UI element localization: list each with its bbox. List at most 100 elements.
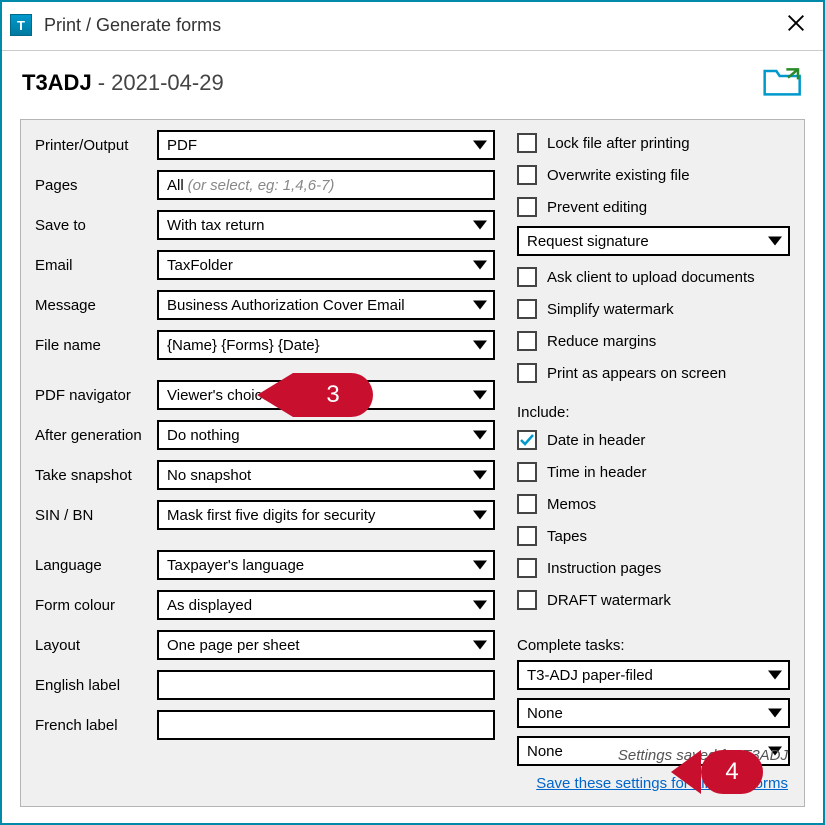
sinbn-select[interactable]: Mask first five digits for security [157,500,495,530]
language-value: Taxpayer's language [167,557,304,574]
snapshot-select[interactable]: No snapshot [157,460,495,490]
folder-arrow-icon [763,65,803,97]
close-icon [785,12,807,34]
mid-option-row: Simplify watermark [517,296,790,322]
french-label-label: French label [35,717,157,734]
top-option-checkbox[interactable] [517,165,537,185]
mid-option-checkbox[interactable] [517,363,537,383]
mid-option-checkbox[interactable] [517,299,537,319]
include-option-row: Tapes [517,523,790,549]
top-option-checkbox[interactable] [517,197,537,217]
include-option-checkbox[interactable] [517,430,537,450]
doc-name: T3ADJ [22,70,92,96]
include-option-checkbox[interactable] [517,558,537,578]
chevron-down-icon [473,301,487,310]
formcolour-label: Form colour [35,597,157,614]
chevron-down-icon [473,471,487,480]
formcolour-value: As displayed [167,597,252,614]
chevron-down-icon [473,431,487,440]
task1-value: T3-ADJ paper-filed [527,667,653,684]
include-option-row: Instruction pages [517,555,790,581]
doc-date: - 2021-04-29 [98,70,224,96]
include-option-checkbox[interactable] [517,526,537,546]
chevron-down-icon [473,341,487,350]
printer-output-label: Printer/Output [35,137,157,154]
check-icon [519,432,535,448]
sinbn-value: Mask first five digits for security [167,507,375,524]
snapshot-label: Take snapshot [35,467,157,484]
top-option-checkbox[interactable] [517,133,537,153]
saveto-label: Save to [35,217,157,234]
include-option-label: Instruction pages [547,560,661,577]
include-option-label: Time in header [547,464,647,481]
complete-tasks-label: Complete tasks: [517,637,790,654]
task2-select[interactable]: None [517,698,790,728]
english-label-input[interactable] [157,670,495,700]
message-select[interactable]: Business Authorization Cover Email [157,290,495,320]
titlebar: T Print / Generate forms [2,2,823,51]
chevron-down-icon [473,261,487,270]
pdfnav-label: PDF navigator [35,387,157,404]
chevron-down-icon [473,641,487,650]
top-option-row: Prevent editing [517,194,790,220]
settings-panel: Printer/Output PDF Pages All (or select,… [20,119,805,807]
chevron-down-icon [473,391,487,400]
mid-option-row: Print as appears on screen [517,360,790,386]
saveto-select[interactable]: With tax return [157,210,495,240]
document-header: T3ADJ - 2021-04-29 [2,51,823,111]
message-label: Message [35,297,157,314]
include-option-row: Memos [517,491,790,517]
mid-option-checkbox[interactable] [517,331,537,351]
include-option-label: DRAFT watermark [547,592,671,609]
top-option-label: Overwrite existing file [547,167,690,184]
english-label-field[interactable] [167,676,485,695]
chevron-down-icon [473,601,487,610]
email-select[interactable]: TaxFolder [157,250,495,280]
pages-input[interactable]: All (or select, eg: 1,4,6-7) [157,170,495,200]
pdfnav-select[interactable]: Viewer's choice [157,380,495,410]
aftergen-label: After generation [35,427,157,444]
mid-option-label: Reduce margins [547,333,656,350]
mid-option-row: Ask client to upload documents [517,264,790,290]
mid-option-checkbox[interactable] [517,267,537,287]
english-label-label: English label [35,677,157,694]
french-label-input[interactable] [157,710,495,740]
saveto-value: With tax return [167,217,265,234]
mid-option-label: Simplify watermark [547,301,674,318]
include-option-row: Date in header [517,427,790,453]
include-option-label: Tapes [547,528,587,545]
filename-select[interactable]: {Name} {Forms} {Date} [157,330,495,360]
chevron-down-icon [473,511,487,520]
right-column: Lock file after printingOverwrite existi… [517,130,790,766]
printer-output-select[interactable]: PDF [157,130,495,160]
save-settings-link[interactable]: Save these settings for all other forms [536,775,788,792]
filename-label: File name [35,337,157,354]
export-folder-button[interactable] [763,65,803,101]
settings-saved-note: Settings saved for T3ADJ [618,747,788,764]
task1-select[interactable]: T3-ADJ paper-filed [517,660,790,690]
include-option-label: Date in header [547,432,645,449]
language-select[interactable]: Taxpayer's language [157,550,495,580]
request-signature-value: Request signature [527,233,649,250]
chevron-down-icon [768,671,782,680]
include-option-checkbox[interactable] [517,462,537,482]
top-option-label: Prevent editing [547,199,647,216]
chevron-down-icon [473,221,487,230]
aftergen-select[interactable]: Do nothing [157,420,495,450]
include-option-checkbox[interactable] [517,590,537,610]
left-column: Printer/Output PDF Pages All (or select,… [35,130,495,766]
formcolour-select[interactable]: As displayed [157,590,495,620]
french-label-field[interactable] [167,716,485,735]
request-signature-select[interactable]: Request signature [517,226,790,256]
include-option-checkbox[interactable] [517,494,537,514]
layout-label: Layout [35,637,157,654]
layout-select[interactable]: One page per sheet [157,630,495,660]
include-option-label: Memos [547,496,596,513]
top-option-row: Overwrite existing file [517,162,790,188]
message-value: Business Authorization Cover Email [167,297,405,314]
pages-hint: (or select, eg: 1,4,6-7) [188,177,335,194]
include-section-label: Include: [517,404,790,421]
close-button[interactable] [781,8,811,42]
mid-option-label: Ask client to upload documents [547,269,755,286]
chevron-down-icon [768,237,782,246]
